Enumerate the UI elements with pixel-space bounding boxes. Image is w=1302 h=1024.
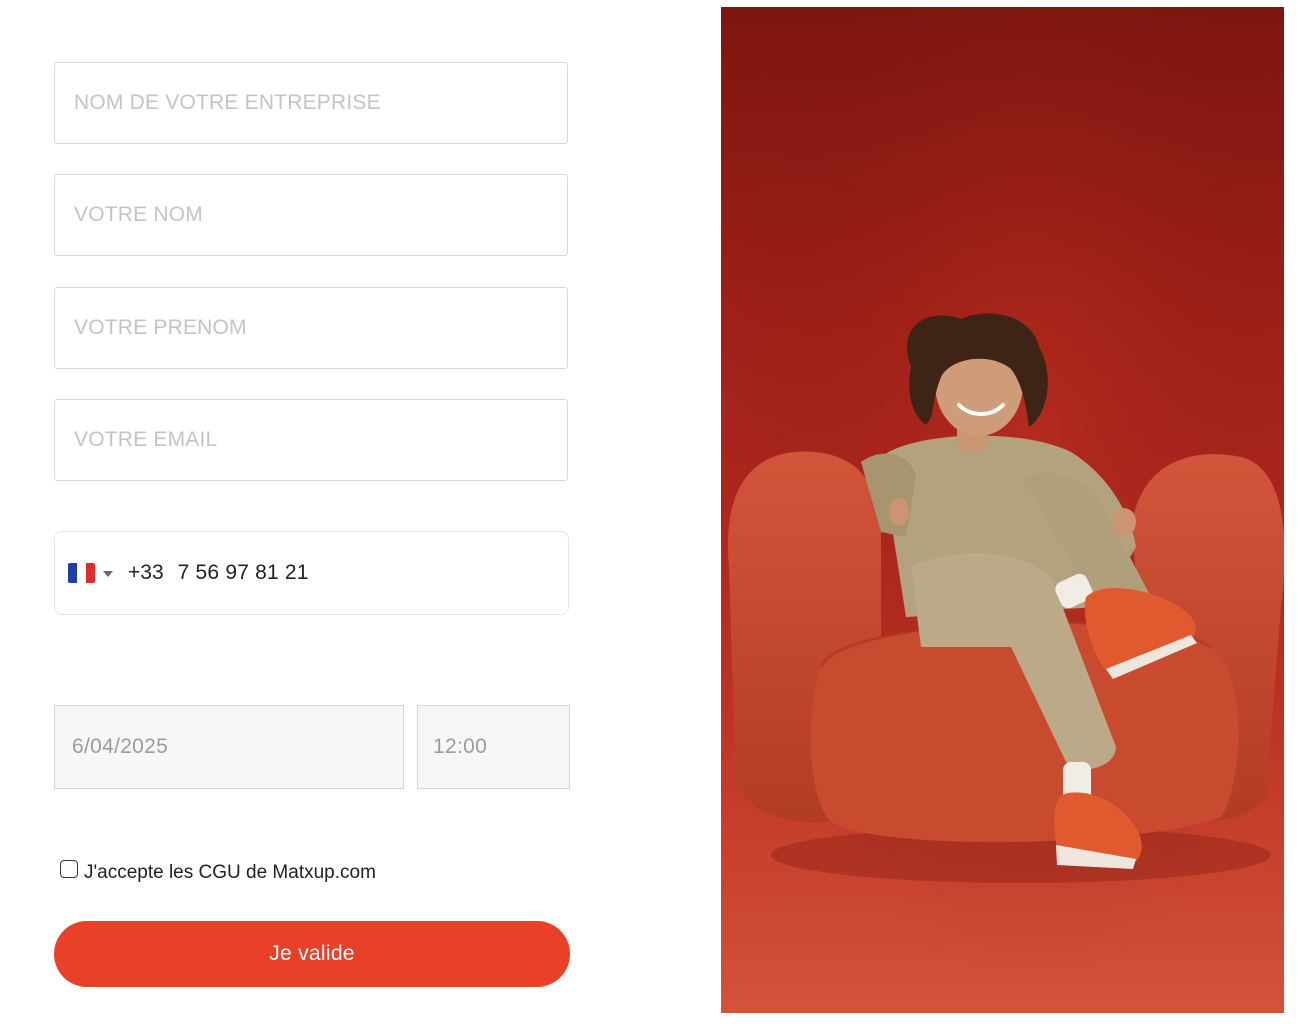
- lastname-input[interactable]: [72, 202, 567, 228]
- submit-button[interactable]: Je valide: [54, 921, 570, 987]
- company-field-box[interactable]: [54, 62, 568, 144]
- email-input[interactable]: [72, 427, 567, 453]
- lastname-field-box[interactable]: [54, 174, 568, 256]
- signup-page: +33 7 56 97 81 21 6/04/2025 12:00 J'acce…: [0, 0, 1302, 1024]
- time-field[interactable]: 12:00: [417, 705, 570, 789]
- dial-code: +33: [128, 561, 164, 584]
- email-field-box[interactable]: [54, 399, 568, 481]
- terms-checkbox[interactable]: [60, 860, 78, 878]
- date-value: 6/04/2025: [72, 735, 169, 758]
- chevron-down-icon[interactable]: [103, 570, 113, 577]
- company-name-input[interactable]: [72, 90, 567, 116]
- firstname-field-box[interactable]: [54, 287, 568, 369]
- phone-field[interactable]: +33 7 56 97 81 21: [54, 531, 569, 615]
- date-field[interactable]: 6/04/2025: [54, 705, 404, 789]
- time-value: 12:00: [433, 735, 488, 758]
- terms-row: J'accepte les CGU de Matxup.com: [60, 858, 376, 884]
- terms-label[interactable]: J'accepte les CGU de Matxup.com: [84, 862, 376, 884]
- firstname-input[interactable]: [72, 315, 567, 341]
- france-flag-icon[interactable]: [68, 563, 95, 583]
- woman-in-armchair-photo: [721, 7, 1284, 1013]
- phone-number-input[interactable]: 7 56 97 81 21: [178, 561, 309, 585]
